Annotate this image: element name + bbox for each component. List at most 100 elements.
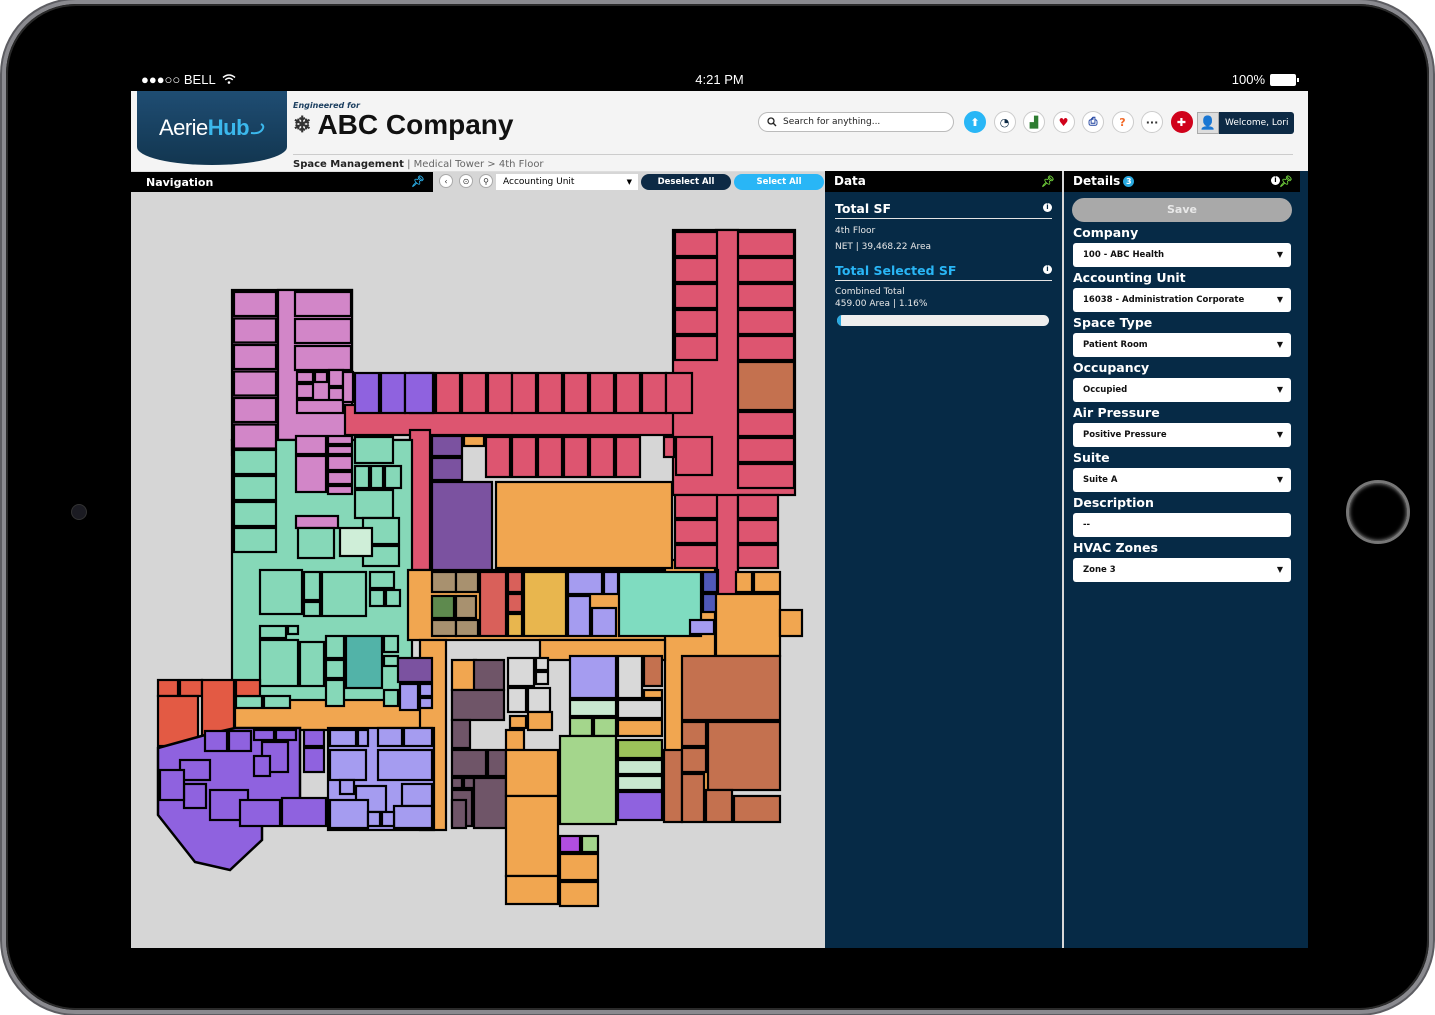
room[interactable] (234, 678, 262, 698)
room[interactable] (526, 710, 554, 732)
room[interactable] (376, 748, 434, 782)
room[interactable] (506, 656, 536, 688)
room[interactable] (302, 728, 326, 748)
room[interactable] (258, 624, 288, 640)
accounting-unit-select[interactable]: Accounting Unit ▼ (496, 174, 638, 190)
room[interactable] (522, 570, 568, 638)
room[interactable] (403, 371, 435, 415)
room[interactable] (616, 790, 664, 822)
room[interactable] (232, 290, 278, 318)
room[interactable] (294, 434, 328, 456)
room[interactable] (736, 282, 796, 310)
room[interactable] (326, 470, 354, 486)
room[interactable] (640, 371, 668, 415)
room[interactable] (706, 720, 782, 792)
room[interactable] (662, 435, 676, 459)
room[interactable] (736, 256, 796, 284)
room[interactable] (504, 748, 560, 798)
company-select[interactable]: 100 - ABC Health ▼ (1073, 243, 1291, 267)
room[interactable] (258, 568, 304, 616)
room[interactable] (484, 435, 512, 479)
heart-button[interactable]: ♥ (1052, 111, 1075, 133)
room[interactable] (296, 526, 336, 560)
room[interactable] (382, 634, 400, 654)
room[interactable] (234, 694, 264, 710)
room[interactable] (688, 618, 716, 636)
room[interactable] (326, 434, 354, 446)
room[interactable] (510, 371, 538, 415)
room[interactable] (262, 694, 292, 710)
room[interactable] (320, 570, 368, 618)
room[interactable] (680, 720, 708, 748)
room[interactable] (558, 734, 618, 826)
room[interactable] (674, 435, 714, 477)
room[interactable] (616, 718, 664, 738)
room[interactable] (302, 570, 322, 602)
room[interactable] (232, 396, 278, 424)
room[interactable] (734, 570, 754, 594)
room[interactable] (324, 658, 346, 680)
room[interactable] (450, 776, 464, 790)
room[interactable] (232, 317, 278, 344)
room[interactable] (324, 634, 346, 660)
room[interactable] (232, 500, 278, 528)
room[interactable] (673, 543, 719, 570)
pin-icon[interactable]: 📌︎ (1279, 171, 1293, 192)
deselect-all-button[interactable]: Deselect All (641, 174, 731, 190)
room[interactable] (203, 729, 229, 753)
room[interactable] (736, 360, 796, 412)
room[interactable] (158, 768, 186, 802)
room[interactable] (462, 434, 486, 448)
room[interactable] (430, 618, 458, 638)
room[interactable] (736, 410, 796, 438)
save-button[interactable]: Save (1072, 198, 1292, 222)
room[interactable] (588, 435, 616, 479)
room[interactable] (602, 570, 620, 596)
pin-icon[interactable]: 📌︎ (411, 175, 425, 188)
room[interactable] (662, 748, 684, 824)
room[interactable] (732, 794, 782, 824)
room[interactable] (430, 570, 458, 594)
room[interactable] (534, 656, 550, 672)
room[interactable] (617, 570, 703, 638)
room[interactable] (568, 716, 594, 738)
dashboard-gauge-button[interactable]: ◔ (993, 111, 1016, 133)
room[interactable] (614, 371, 642, 415)
room[interactable] (642, 654, 664, 688)
room[interactable] (580, 834, 600, 854)
room[interactable] (673, 518, 719, 545)
room[interactable] (294, 454, 328, 494)
room[interactable] (616, 774, 664, 792)
user-menu[interactable]: 👤 Welcome, Lori (1197, 112, 1295, 134)
room[interactable] (232, 448, 278, 476)
room[interactable] (460, 371, 488, 415)
room[interactable] (344, 634, 384, 690)
aeriehub-logo[interactable]: Aerie Hub (137, 91, 287, 165)
cloud-upload-button[interactable]: ⬆ (964, 111, 986, 133)
room[interactable] (274, 728, 298, 742)
select-all-button[interactable]: Select All (734, 174, 824, 190)
room[interactable] (418, 682, 434, 698)
help-button[interactable]: ? (1111, 111, 1134, 133)
room[interactable] (383, 464, 403, 490)
room[interactable] (486, 748, 508, 778)
room[interactable] (368, 570, 396, 590)
first-aid-button[interactable]: ✚ (1170, 111, 1193, 133)
room[interactable] (510, 435, 538, 479)
room[interactable] (494, 480, 674, 570)
room[interactable] (506, 570, 524, 594)
room[interactable] (434, 371, 462, 415)
room[interactable] (400, 782, 434, 808)
room[interactable] (450, 748, 488, 778)
floor-plan-map[interactable] (131, 192, 825, 948)
room[interactable] (280, 796, 328, 828)
room[interactable] (450, 688, 506, 722)
room[interactable] (704, 788, 734, 824)
room[interactable] (232, 526, 278, 554)
room[interactable] (376, 726, 404, 748)
room[interactable] (232, 423, 278, 450)
room[interactable] (616, 698, 664, 720)
room[interactable] (778, 608, 804, 638)
room[interactable] (353, 464, 371, 490)
room[interactable] (338, 778, 356, 796)
